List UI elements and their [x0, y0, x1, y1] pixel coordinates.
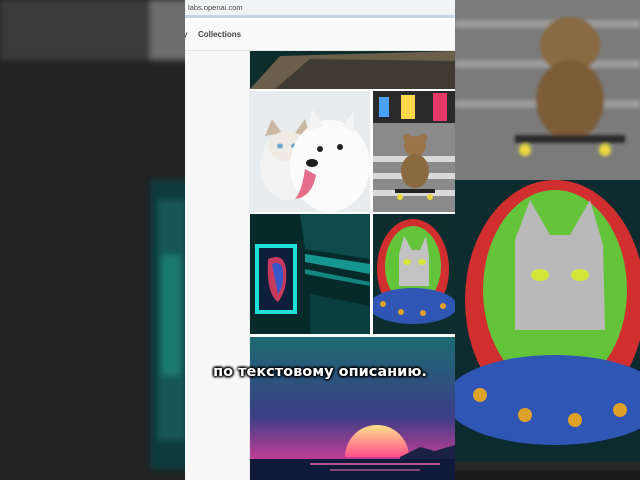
top-nav: y Collections	[185, 21, 455, 51]
background-left-art	[0, 0, 185, 480]
browser-screen: labs.openai.com y Collections	[185, 0, 455, 480]
gallery-image-neon-subway[interactable]	[250, 214, 370, 334]
gallery-image-cat-dog[interactable]	[250, 91, 370, 212]
nav-tab-partial[interactable]: y	[185, 30, 187, 39]
address-bar[interactable]: labs.openai.com	[185, 0, 455, 18]
background-right-art	[455, 0, 640, 470]
url-text: labs.openai.com	[188, 3, 243, 12]
gallery-image-synthwave-sunset[interactable]	[250, 337, 455, 480]
gallery-image-top-partial[interactable]	[250, 51, 455, 89]
gallery-image-crayon-cat-ufo[interactable]	[373, 214, 455, 334]
background-right-panel	[455, 0, 640, 480]
gallery-image-teddy-skateboard[interactable]	[373, 91, 455, 212]
sidebar	[185, 51, 250, 480]
background-left-panel	[0, 0, 185, 480]
nav-tab-collections[interactable]: Collections	[198, 30, 241, 39]
video-subtitle: по текстовому описанию.	[213, 364, 427, 380]
